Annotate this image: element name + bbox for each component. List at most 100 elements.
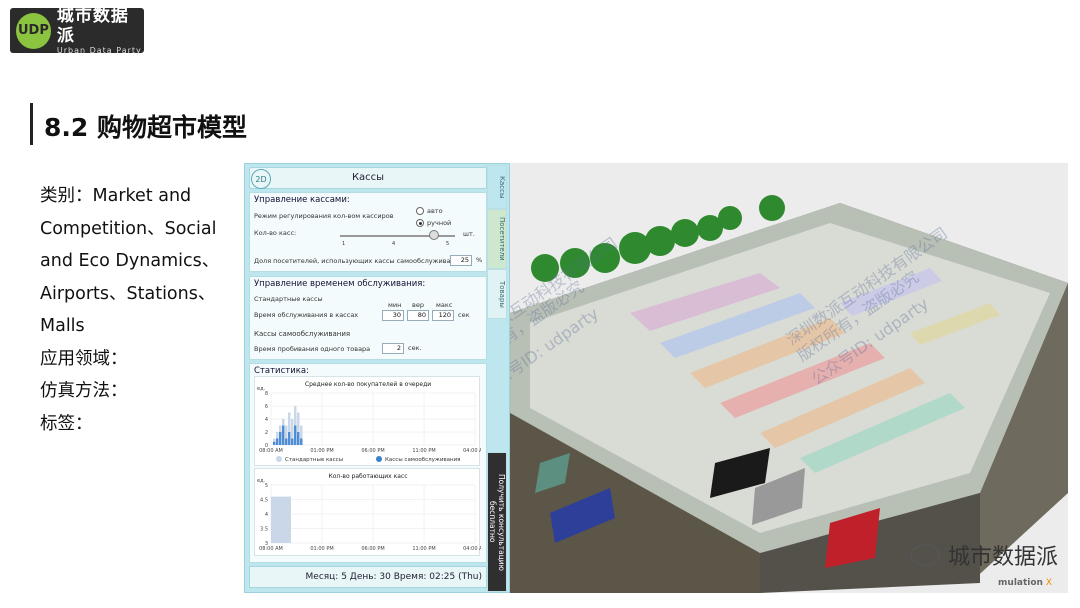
legend-label: Стандартные кассы bbox=[285, 457, 343, 463]
bar bbox=[297, 432, 300, 445]
tab-cashiers[interactable]: Кассы bbox=[487, 165, 507, 209]
slider-tick: 1 bbox=[342, 241, 346, 247]
slider-tick: 4 bbox=[392, 241, 396, 247]
meta-category-line: Airports、Stations、 bbox=[40, 283, 216, 304]
time-label: Время обслуживания в кассах bbox=[254, 311, 359, 319]
y-tick-label: 8 bbox=[265, 391, 268, 397]
legend-swatch bbox=[276, 456, 282, 462]
y-tick-label: 4 bbox=[265, 512, 268, 518]
mode-input[interactable]: 80 bbox=[407, 310, 429, 321]
x-tick-label: 11:00 PM bbox=[412, 546, 435, 552]
statistics-section: Статистика: Среднее кол-во покупателей в… bbox=[249, 363, 487, 563]
open-registers-chart: Кол-во работающих касс ед. 5 4.5 4 3.5 3 08:00 … bbox=[254, 468, 487, 556]
slider-tick: 5 bbox=[446, 241, 450, 247]
min-input[interactable]: 30 bbox=[382, 310, 404, 321]
bar bbox=[273, 441, 276, 445]
sim-clock: Месяц: 5 День: 30 Время: 02:25 (Thu) bbox=[249, 566, 487, 588]
scan-label: Время пробивания одного товара bbox=[254, 345, 371, 353]
tab-goods[interactable]: Товары bbox=[487, 269, 507, 319]
model-meta: 类别：Market and Competition、Social and Eco… bbox=[40, 180, 250, 440]
unit-pct: % bbox=[476, 256, 483, 264]
panel-title: Кассы bbox=[351, 172, 385, 183]
radio-auto[interactable] bbox=[416, 207, 424, 215]
bar bbox=[276, 438, 279, 445]
registers-chart-svg: Кол-во работающих кассед.54.543.5308:00 … bbox=[257, 473, 487, 552]
slide-title: 8.2 购物超市模型 bbox=[44, 113, 247, 142]
max-input[interactable]: 120 bbox=[432, 310, 454, 321]
legend-label: Кассы самообслуживания bbox=[385, 457, 461, 463]
y-tick-label: 5 bbox=[265, 483, 268, 489]
self-share-input[interactable]: 25 bbox=[450, 255, 472, 266]
section-heading: Управление временем обслуживания: bbox=[254, 279, 426, 289]
logo-tagline: Urban Data Party bbox=[56, 46, 142, 55]
brand-text: mulation bbox=[998, 578, 1043, 588]
chart-title: Среднее кол-во покупателей в очереди bbox=[305, 381, 431, 388]
mode-label: Режим регулирования кол-вом кассиров bbox=[254, 212, 394, 220]
meta-category-line: and Eco Dynamics、 bbox=[40, 251, 220, 271]
y-tick-label: 3.5 bbox=[260, 527, 268, 533]
supermarket-3d-view[interactable]: 深圳数派互动科技有限公司 版权所有，盗版必究 公众号ID: udparty 深圳… bbox=[510, 163, 1068, 593]
watermark-text: 城市数据派 bbox=[947, 545, 1058, 570]
cashier-management-section: Управление кассами: Режим регулирования … bbox=[249, 192, 487, 272]
meta-category-line: Competition、Social bbox=[40, 218, 217, 239]
meta-method: 仿真方法： bbox=[40, 381, 128, 401]
wechat-watermark: 城市数据派 bbox=[909, 539, 1058, 571]
x-tick-label: 08:00 AM bbox=[259, 448, 283, 454]
unit-pcs: шт. bbox=[463, 230, 475, 238]
x-tick-label: 06:00 PM bbox=[361, 448, 384, 454]
brand-suffix: X bbox=[1045, 578, 1052, 588]
legend-swatch bbox=[376, 456, 382, 462]
radio-manual[interactable] bbox=[416, 219, 424, 227]
col-mode: вер bbox=[412, 301, 424, 309]
col-max: макс bbox=[436, 301, 453, 309]
meta-category-line: Malls bbox=[40, 316, 85, 336]
y-tick-label: 2 bbox=[265, 430, 268, 436]
brand-logo: UDP 城市数据派 Urban Data Party bbox=[10, 6, 144, 55]
y-tick-label: 4 bbox=[265, 417, 268, 423]
wechat-icon bbox=[909, 544, 940, 566]
meta-tags: 标签： bbox=[40, 413, 93, 434]
service-time-section: Управление временем обслуживания: Станда… bbox=[249, 276, 487, 360]
tab-visitors[interactable]: Посетители bbox=[487, 209, 507, 269]
bar bbox=[294, 425, 297, 445]
x-tick-label: 06:00 PM bbox=[361, 546, 384, 552]
panel-header: 2D Кассы bbox=[249, 167, 487, 189]
bar bbox=[285, 438, 288, 445]
control-panel: 2D Кассы Управление кассами: Режим регул… bbox=[244, 163, 510, 593]
bar bbox=[279, 432, 282, 445]
unit-sec: сек. bbox=[408, 344, 422, 352]
unit-sec: сек bbox=[458, 311, 470, 319]
anylogic-brand: mulation X bbox=[998, 578, 1052, 588]
x-tick-label: 04:00 AM bbox=[463, 448, 481, 454]
bar bbox=[288, 432, 291, 445]
scene-illustration bbox=[510, 163, 1068, 593]
radio-manual-label: ручной bbox=[427, 219, 452, 227]
self-share-label: Доля посетителей, использующих кассы сам… bbox=[254, 257, 463, 265]
x-tick-label: 04:00 AM bbox=[463, 546, 481, 552]
logo-mark: UDP bbox=[16, 12, 51, 49]
y-tick-label: 4.5 bbox=[260, 498, 268, 504]
y-tick-label: 6 bbox=[265, 404, 268, 410]
side-tabs: Кассы Посетители Товары Получить консуль… bbox=[487, 165, 507, 592]
queue-chart: Среднее кол-во покупателей в очереди ед. 8… bbox=[254, 376, 487, 466]
bar bbox=[282, 425, 285, 445]
self-service-label: Кассы самообслуживания bbox=[254, 330, 351, 338]
logo-name: 城市数据派 bbox=[56, 6, 129, 46]
queue-chart-svg: Среднее кол-во покупателей в очередиед.8… bbox=[257, 381, 487, 463]
scan-input[interactable]: 2 bbox=[382, 343, 404, 354]
consultation-button[interactable]: Получить консультацию бесплатно bbox=[487, 452, 507, 592]
col-min: мин bbox=[388, 301, 402, 309]
area-fill bbox=[271, 496, 291, 543]
bar bbox=[300, 438, 303, 445]
x-tick-label: 01:00 PM bbox=[310, 546, 333, 552]
count-label: Кол-во касс: bbox=[254, 229, 297, 237]
section-heading: Управление кассами: bbox=[254, 195, 350, 205]
meta-category-line: 类别：Market and bbox=[40, 186, 192, 206]
x-tick-label: 08:00 AM bbox=[259, 546, 283, 552]
radio-auto-label: авто bbox=[427, 207, 443, 215]
title-accent-bar bbox=[30, 103, 33, 145]
x-tick-label: 11:00 PM bbox=[412, 448, 435, 454]
slider-handle[interactable] bbox=[429, 230, 440, 240]
x-tick-label: 01:00 PM bbox=[310, 448, 333, 454]
meta-application: 应用领域： bbox=[40, 348, 128, 369]
